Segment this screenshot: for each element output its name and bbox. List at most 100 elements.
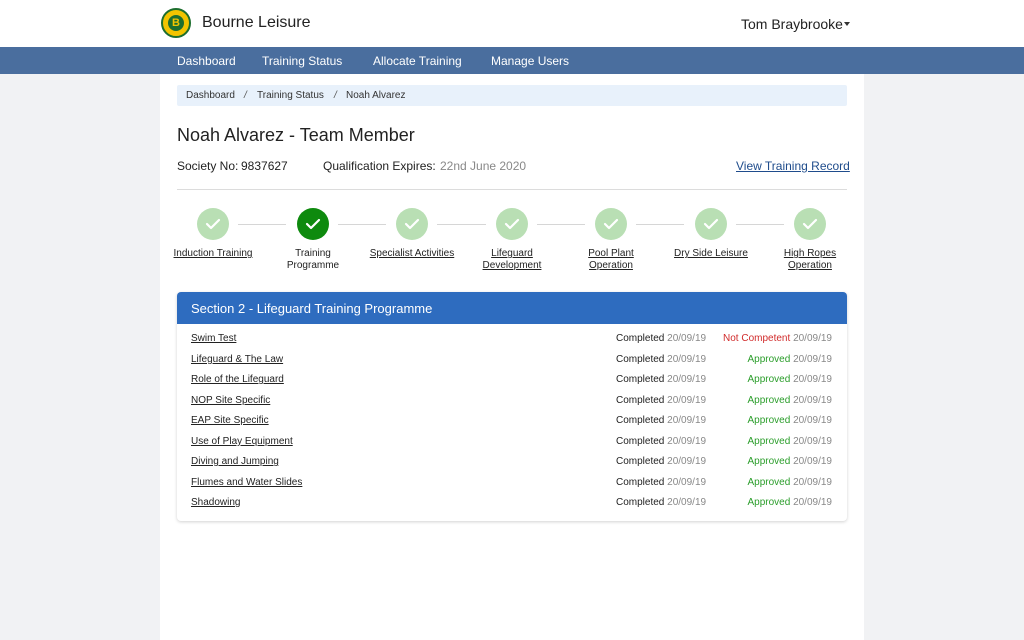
completed-label: Completed: [616, 395, 665, 406]
step-label-specialist-activities[interactable]: Specialist Activities: [367, 248, 457, 260]
completed-cell: Completed 20/09/19: [616, 477, 706, 488]
page-title: Noah Alvarez - Team Member: [177, 125, 415, 145]
table-row: Flumes and Water Slides Completed 20/09/…: [177, 474, 847, 494]
module-link[interactable]: Role of the Lifeguard: [191, 374, 284, 385]
module-link[interactable]: Flumes and Water Slides: [191, 477, 302, 488]
breadcrumb: Dashboard / Training Status / Noah Alvar…: [177, 85, 847, 106]
nav-allocate-training[interactable]: Allocate Training: [373, 54, 462, 68]
step-lifeguard-development[interactable]: [496, 208, 528, 240]
status-date: 20/09/19: [793, 456, 832, 467]
step-label-high-ropes-operation[interactable]: High Ropes Operation: [765, 248, 855, 272]
caret-down-icon[interactable]: [844, 22, 850, 26]
status-label: Approved: [747, 477, 791, 488]
step-connector: [338, 224, 386, 225]
step-induction-training[interactable]: [197, 208, 229, 240]
top-header: B Bourne Leisure Tom Braybrooke: [0, 0, 1024, 47]
check-icon: [802, 218, 818, 230]
module-link[interactable]: EAP Site Specific: [191, 415, 269, 426]
completed-cell: Completed 20/09/19: [616, 456, 706, 467]
status-date: 20/09/19: [793, 477, 832, 488]
status-date: 20/09/19: [793, 374, 832, 385]
nav-dashboard[interactable]: Dashboard: [177, 54, 236, 68]
breadcrumb-training-status[interactable]: Training Status: [257, 90, 324, 101]
table-row: Role of the Lifeguard Completed 20/09/19…: [177, 371, 847, 391]
completed-date: 20/09/19: [667, 436, 707, 447]
completed-date: 20/09/19: [667, 415, 707, 426]
step-dry-side-leisure[interactable]: [695, 208, 727, 240]
breadcrumb-separator: /: [334, 90, 337, 101]
status-label: Approved: [747, 497, 791, 508]
step-connector: [736, 224, 784, 225]
user-menu[interactable]: Tom Braybrooke: [741, 16, 843, 32]
module-link[interactable]: Lifeguard & The Law: [191, 354, 283, 365]
status-label: Approved: [747, 456, 791, 467]
step-label-pool-plant-operation[interactable]: Pool Plant Operation: [566, 248, 656, 272]
society-label: Society No:: [177, 159, 239, 173]
status-cell: Approved 20/09/19: [747, 374, 832, 385]
check-icon: [703, 218, 719, 230]
completed-date: 20/09/19: [667, 354, 707, 365]
table-row: Shadowing Completed 20/09/19 Approved 20…: [177, 494, 847, 514]
view-training-record-link[interactable]: View Training Record: [736, 159, 850, 173]
step-label-lifeguard-development[interactable]: Lifeguard Development: [467, 248, 557, 272]
module-link[interactable]: NOP Site Specific: [191, 395, 270, 406]
society-number: 9837627: [241, 159, 288, 173]
step-pool-plant-operation[interactable]: [595, 208, 627, 240]
completed-label: Completed: [616, 477, 665, 488]
step-connector: [636, 224, 684, 225]
status-cell: Approved 20/09/19: [747, 436, 832, 447]
table-row: Use of Play Equipment Completed 20/09/19…: [177, 433, 847, 453]
qualification-label: Qualification Expires:: [323, 159, 436, 173]
completed-date: 20/09/19: [667, 456, 707, 467]
breadcrumb-separator: /: [244, 90, 247, 101]
completed-cell: Completed 20/09/19: [616, 415, 706, 426]
completed-label: Completed: [616, 456, 665, 467]
module-link[interactable]: Use of Play Equipment: [191, 436, 293, 447]
completed-cell: Completed 20/09/19: [616, 436, 706, 447]
module-link[interactable]: Diving and Jumping: [191, 456, 279, 467]
completed-label: Completed: [616, 497, 665, 508]
step-high-ropes-operation[interactable]: [794, 208, 826, 240]
status-label: Approved: [747, 436, 791, 447]
table-row: Diving and Jumping Completed 20/09/19 Ap…: [177, 453, 847, 473]
completed-cell: Completed 20/09/19: [616, 374, 706, 385]
status-cell: Approved 20/09/19: [747, 354, 832, 365]
status-date: 20/09/19: [793, 415, 832, 426]
logo-letter: B: [168, 15, 184, 31]
step-label-induction-training[interactable]: Induction Training: [168, 248, 258, 260]
table-row: EAP Site Specific Completed 20/09/19 App…: [177, 412, 847, 432]
nav-training-status[interactable]: Training Status: [262, 54, 342, 68]
status-cell: Approved 20/09/19: [747, 415, 832, 426]
step-specialist-activities[interactable]: [396, 208, 428, 240]
qualification-date: 22nd June 2020: [440, 159, 527, 173]
table-row: Lifeguard & The Law Completed 20/09/19 A…: [177, 351, 847, 371]
breadcrumb-dashboard[interactable]: Dashboard: [186, 90, 235, 101]
brand-logo-icon[interactable]: B: [161, 8, 191, 38]
completed-cell: Completed 20/09/19: [616, 333, 706, 344]
status-cell: Approved 20/09/19: [747, 497, 832, 508]
check-icon: [205, 218, 221, 230]
completed-date: 20/09/19: [667, 477, 707, 488]
divider: [177, 189, 847, 190]
status-label: Not Competent: [723, 333, 791, 344]
status-label: Approved: [747, 354, 791, 365]
check-icon: [504, 218, 520, 230]
completed-cell: Completed 20/09/19: [616, 497, 706, 508]
nav-manage-users[interactable]: Manage Users: [491, 54, 569, 68]
completed-label: Completed: [616, 374, 665, 385]
step-label-training-programme: Training Programme: [286, 248, 340, 271]
completed-label: Completed: [616, 354, 665, 365]
status-cell: Approved 20/09/19: [747, 395, 832, 406]
module-link[interactable]: Shadowing: [191, 497, 240, 508]
module-link[interactable]: Swim Test: [191, 333, 236, 344]
step-connector: [537, 224, 585, 225]
step-training-programme[interactable]: [297, 208, 329, 240]
status-cell: Not Competent 20/09/19: [723, 333, 832, 344]
table-row: Swim Test Completed 20/09/19 Not Compete…: [177, 330, 847, 350]
completed-date: 20/09/19: [667, 333, 707, 344]
brand-name: Bourne Leisure: [202, 14, 311, 31]
completed-date: 20/09/19: [667, 395, 707, 406]
status-label: Approved: [747, 395, 791, 406]
step-label-dry-side-leisure[interactable]: Dry Side Leisure: [666, 248, 756, 260]
completed-cell: Completed 20/09/19: [616, 395, 706, 406]
